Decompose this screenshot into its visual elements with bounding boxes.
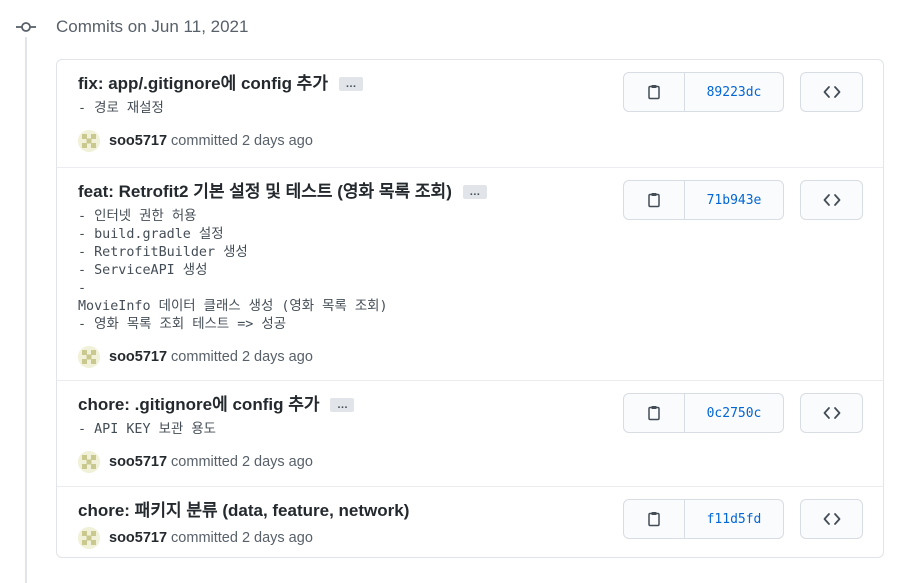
commit-title-link[interactable]: feat: Retrofit2 기본 설정 및 테스트 (영화 목록 조회) [78,181,452,203]
commit-time: 2 days ago [241,530,313,546]
browse-repository-button[interactable] [800,72,863,112]
commit-sha-link[interactable]: 89223dc [685,73,783,111]
committed-label: committed [171,349,238,365]
commit-author[interactable]: soo5717 [109,133,167,149]
commit-list: fix: app/.gitignore에 config 추가 … - 경로 재설… [56,59,884,558]
timeline-marker [14,14,38,40]
clipboard-icon [648,406,660,421]
browse-repository-button[interactable] [800,180,863,220]
commit-item: feat: Retrofit2 기본 설정 및 테스트 (영화 목록 조회) …… [57,167,883,380]
browse-repository-button[interactable] [800,393,863,433]
code-icon [823,194,840,206]
code-icon [823,407,840,419]
commit-sha-link[interactable]: f11d5fd [685,500,783,538]
avatar[interactable] [78,346,100,368]
commit-item: chore: .gitignore에 config 추가 … - API KEY… [57,380,883,486]
timeline-line [25,37,27,583]
avatar[interactable] [78,527,100,549]
commit-time: 2 days ago [241,349,313,365]
commit-meta: soo5717 committed 2 days ago [78,129,883,153]
commit-author[interactable]: soo5717 [109,349,167,365]
code-icon [823,513,840,525]
copy-sha-button[interactable] [624,394,685,432]
commit-title-link[interactable]: fix: app/.gitignore에 config 추가 [78,73,328,95]
commit-sha-link[interactable]: 71b943e [685,181,783,219]
copy-sha-button[interactable] [624,500,685,538]
commit-author[interactable]: soo5717 [109,454,167,470]
sha-button-group: f11d5fd [623,499,784,539]
commit-title-link[interactable]: chore: .gitignore에 config 추가 [78,394,319,416]
commit-time: 2 days ago [241,133,313,149]
copy-sha-button[interactable] [624,181,685,219]
clipboard-icon [648,512,660,527]
expand-description-button[interactable]: … [338,77,363,91]
browse-repository-button[interactable] [800,499,863,539]
avatar[interactable] [78,451,100,473]
commit-meta: soo5717 committed 2 days ago [78,345,883,369]
commit-item: fix: app/.gitignore에 config 추가 … - 경로 재설… [57,60,883,167]
commit-group-date: Commits on Jun 11, 2021 [56,17,249,36]
committed-label: committed [171,454,238,470]
committed-label: committed [171,133,238,149]
sha-button-group: 0c2750c [623,393,784,433]
clipboard-icon [648,85,660,100]
commit-item: chore: 패키지 분류 (data, feature, network) s… [57,486,883,557]
committed-label: committed [171,530,238,546]
git-commit-icon [14,15,38,39]
copy-sha-button[interactable] [624,73,685,111]
code-icon [823,86,840,98]
commit-description: - 인터넷 권한 허용 - build.gradle 설정 - Retrofit… [78,209,388,332]
commit-meta: soo5717 committed 2 days ago [78,450,883,474]
expand-description-button[interactable]: … [462,185,487,199]
commit-title-link[interactable]: chore: 패키지 분류 (data, feature, network) [78,500,409,522]
expand-description-button[interactable]: … [330,398,355,412]
sha-button-group: 89223dc [623,72,784,112]
commit-sha-link[interactable]: 0c2750c [685,394,783,432]
avatar[interactable] [78,130,100,152]
commit-author[interactable]: soo5717 [109,530,167,546]
commit-time: 2 days ago [241,454,313,470]
sha-button-group: 71b943e [623,180,784,220]
clipboard-icon [648,193,660,208]
